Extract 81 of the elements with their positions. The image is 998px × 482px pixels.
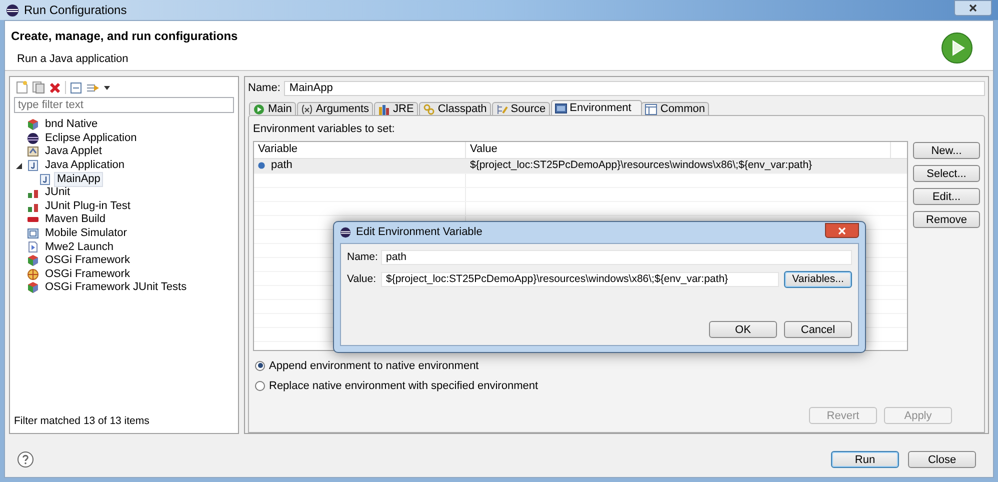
radio-label: Replace native environment with specified environment [269,379,538,394]
table-cell-text: path [271,158,292,174]
tree-item[interactable]: Eclipse Application [42,130,140,146]
caret-icon[interactable] [104,86,110,90]
button[interactable]: New... [913,142,980,158]
close-icon [969,4,977,12]
document-icon [27,159,39,172]
tab[interactable]: Environment [550,100,642,115]
source-icon [496,102,508,116]
header-title: Create, manage, and run configurations [11,28,238,45]
play-icon [941,32,973,64]
column-header[interactable]: Variable [254,142,466,158]
app-icon [6,4,19,16]
tab[interactable]: JRE [374,102,418,115]
button[interactable]: Edit... [913,188,980,204]
tree-item[interactable]: bnd Native [42,117,101,132]
app-icon [340,227,351,238]
button[interactable]: OK [709,321,777,338]
close-button[interactable] [954,0,992,16]
close-button[interactable] [825,223,859,238]
button[interactable]: Run [831,450,899,468]
variable-icon [300,102,313,116]
tree-item[interactable]: OSGi Framework JUnit Tests [42,280,190,296]
radio-button[interactable] [255,360,265,371]
window-title: Run Configurations [24,2,127,19]
sphere-icon [27,132,39,145]
name-label: Name: [248,81,280,96]
table-cell-text: ${project_loc:ST25PcDemoApp}\resources\windows\x86\;${env_var:path} [469,158,814,173]
name-label: Name: [347,250,376,265]
table-row[interactable]: path ${project_loc:ST25PcDemoApp}\resources\windows\x86\;${env_var:path} [254,158,907,172]
variables-button[interactable]: Variables... [784,271,852,288]
tab[interactable]: Source [492,102,550,115]
cube-icon [27,281,39,294]
name-field[interactable]: MainApp [284,81,985,96]
button[interactable]: Remove [913,210,980,228]
value-label: Value: [347,272,376,287]
close-icon [838,226,846,234]
tab[interactable]: Common [641,102,709,115]
dialog-title: Edit Environment Variable [356,225,482,240]
button[interactable]: Close [908,450,976,468]
section-label: Environment variables to set: [253,122,396,137]
environment-icon [554,102,567,114]
delete-icon[interactable] [49,82,61,94]
collapse-icon[interactable] [70,82,82,94]
books-icon [378,102,390,116]
launch-icon [27,240,39,254]
help-icon[interactable] [17,450,34,468]
copy-icon[interactable] [32,81,45,94]
cube-icon [27,254,39,268]
button[interactable]: Select... [913,164,980,182]
value-field[interactable]: ${project_loc:ST25PcDemoApp}\resources\windows\x86\;${env_var:path} [381,272,779,287]
link-icon [422,102,435,116]
name-field[interactable]: path [381,250,852,265]
crosshair-icon [27,268,39,281]
applet-icon [27,145,39,158]
filter-status: Filter matched 13 of 13 items [14,414,150,430]
tree-item[interactable]: JUnit Plug-in Test [42,198,134,214]
tree-item[interactable]: JUnit [42,185,74,200]
tree-item[interactable]: MainApp [54,172,104,187]
new-file-icon[interactable] [16,81,28,94]
tab[interactable]: Main [249,102,296,115]
button[interactable]: Cancel [784,321,852,338]
cube-icon [27,118,39,132]
tree-item[interactable]: Java Application [42,158,128,174]
collapse-arrow-icon[interactable] [16,162,22,169]
screen-icon [27,227,39,240]
header-subtitle: Run a Java application [16,52,130,67]
document-icon [39,172,51,186]
tree-item[interactable]: Mobile Simulator [42,226,130,242]
filter-field[interactable]: type filter text [14,97,234,113]
tree-item[interactable]: Maven Build [42,212,109,228]
tree-item[interactable]: Mwe2 Launch [42,240,116,255]
tab[interactable]: Classpath [418,102,491,115]
tree-item[interactable]: Java Applet [42,144,105,160]
radio-label: Append environment to native environment [269,358,479,374]
tree-item[interactable]: OSGi Framework [42,266,133,282]
radio-button[interactable] [255,381,265,392]
tab[interactable]: Arguments [296,102,374,115]
variable-icon [258,162,265,169]
tree-item[interactable]: OSGi Framework [42,253,133,268]
column-header[interactable]: Value [466,142,891,158]
